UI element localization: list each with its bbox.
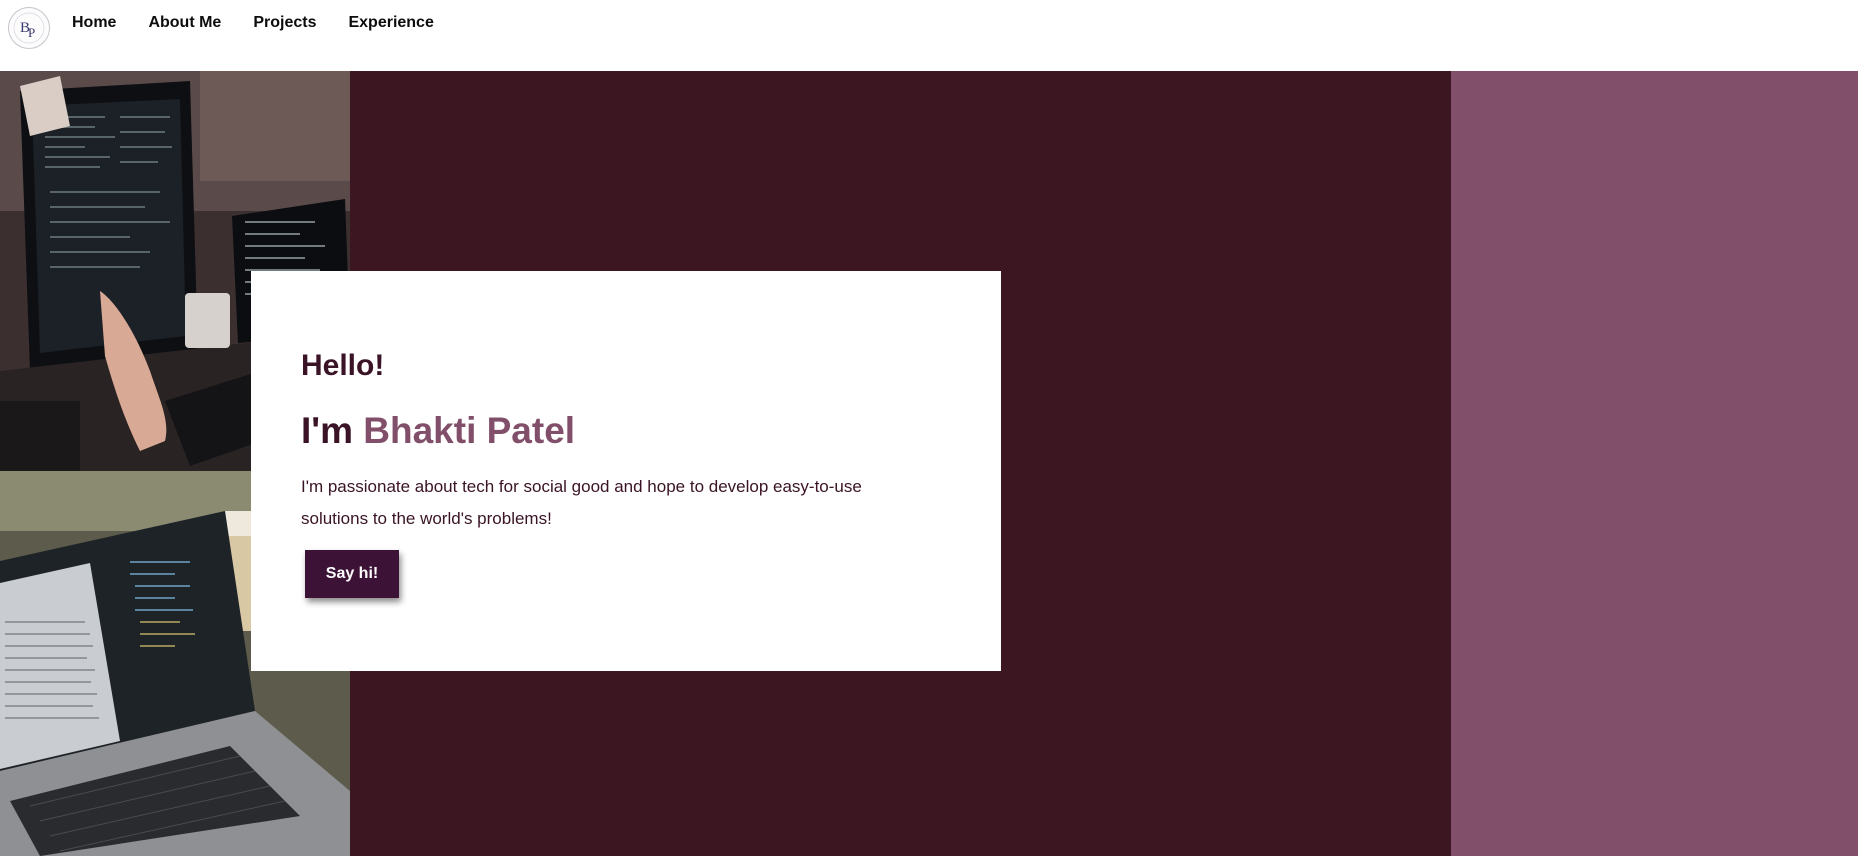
hero-section: Hello! I'm Bhakti Patel I'm passionate a…	[0, 71, 1858, 856]
nav-home-link[interactable]: Home	[72, 13, 116, 33]
nav-about-link[interactable]: About Me	[148, 13, 221, 33]
logo-icon[interactable]: B P	[8, 7, 50, 49]
navbar: B P Home About Me Projects Experience	[0, 0, 1858, 71]
nav-projects-link[interactable]: Projects	[253, 13, 316, 33]
nav-links: Home About Me Projects Experience	[72, 13, 434, 33]
greeting-heading: Hello!	[301, 349, 385, 382]
name-prefix: I'm	[301, 410, 353, 451]
bp-monogram-logo-icon: B P	[13, 12, 45, 44]
name-heading: I'm Bhakti Patel	[301, 409, 575, 453]
intro-card: Hello! I'm Bhakti Patel I'm passionate a…	[251, 271, 1001, 671]
say-hi-button[interactable]: Say hi!	[305, 550, 399, 598]
svg-text:P: P	[28, 25, 35, 40]
hero-mauve-panel	[1451, 71, 1858, 856]
name-highlight: Bhakti Patel	[363, 410, 576, 451]
nav-experience-link[interactable]: Experience	[348, 13, 433, 33]
tagline-text: I'm passionate about tech for social goo…	[301, 477, 862, 528]
